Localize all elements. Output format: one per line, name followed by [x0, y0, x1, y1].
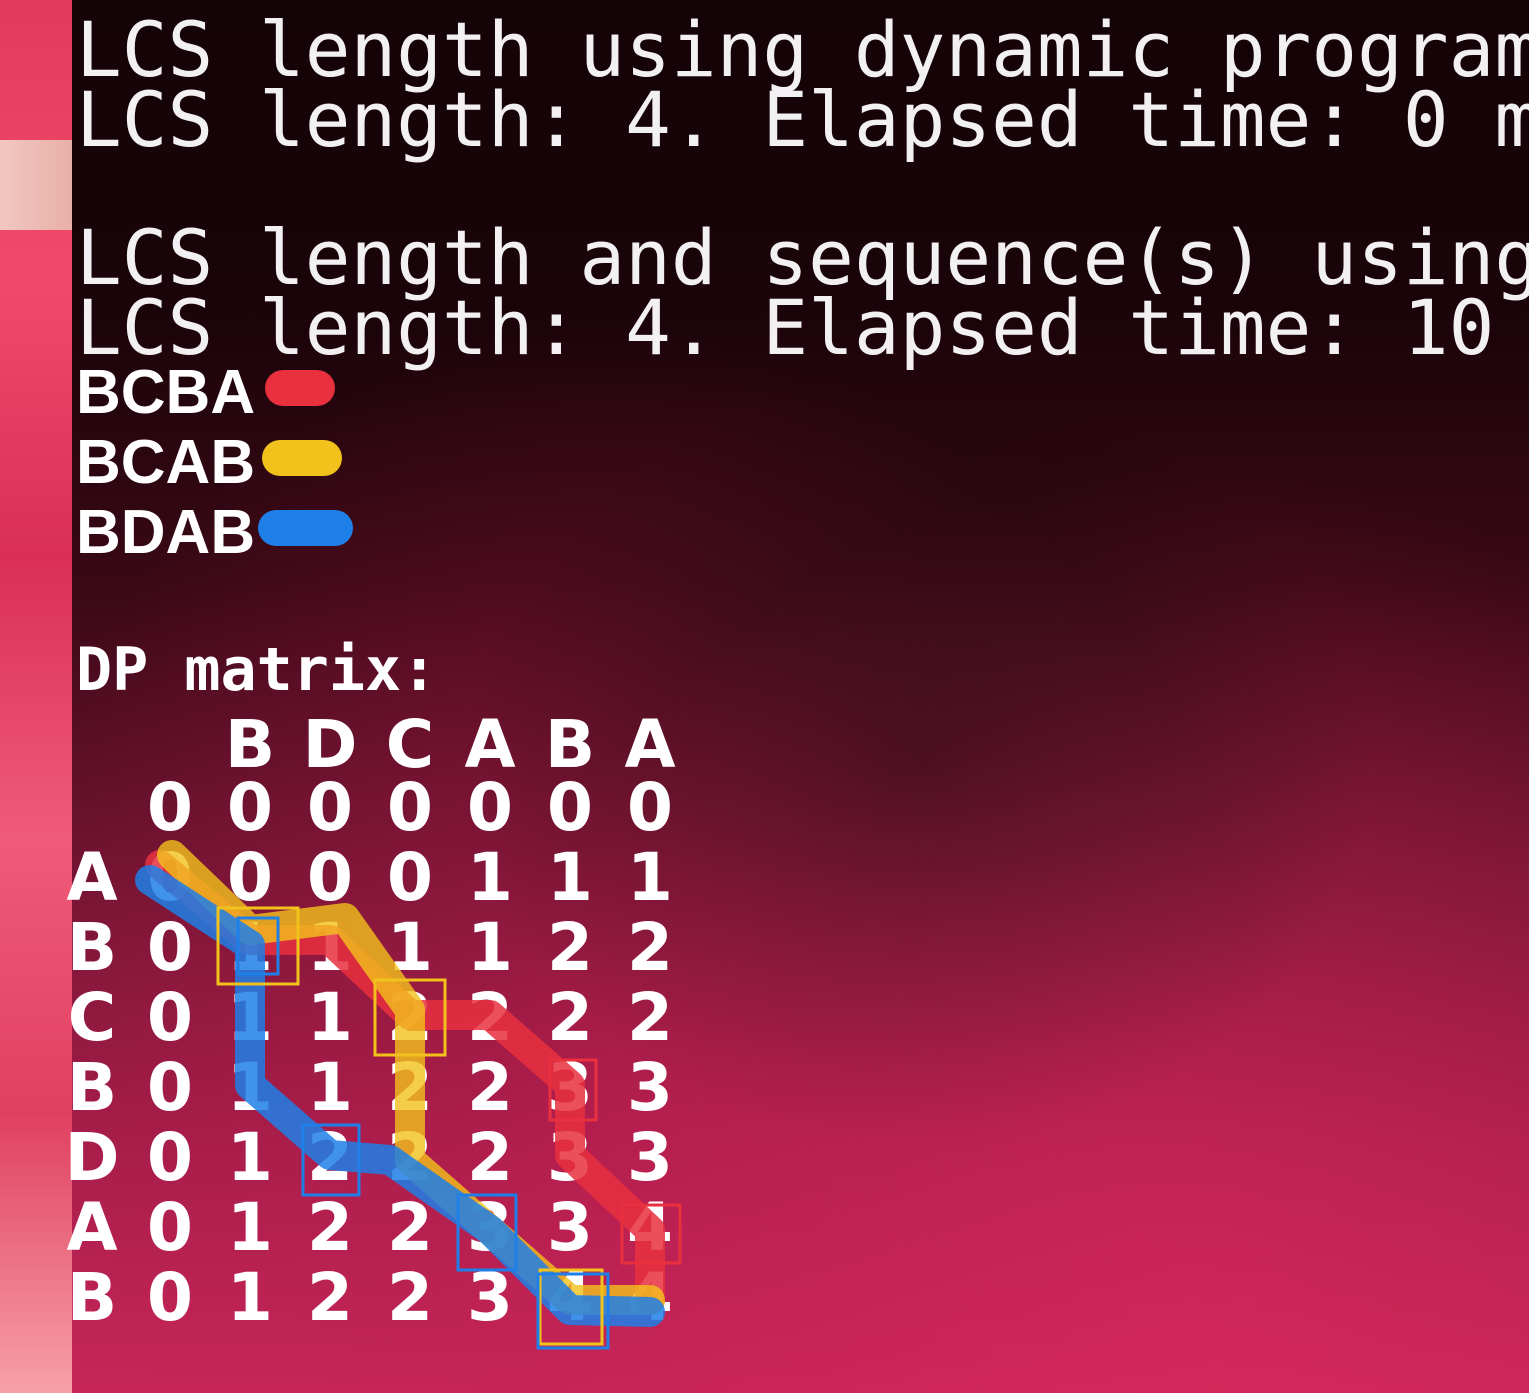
row-header: B — [66, 1259, 118, 1336]
matrix-cell: 2 — [467, 1049, 513, 1126]
matrix-cell: 1 — [227, 1259, 273, 1336]
matrix-cell: 2 — [627, 909, 673, 986]
matrix-cell: 4 — [547, 1259, 593, 1336]
matrix-cell: 1 — [227, 909, 273, 986]
matrix-cell: 0 — [387, 839, 433, 916]
matrix-cell: 1 — [467, 909, 513, 986]
matrix-cell: 2 — [387, 1259, 433, 1336]
matrix-cell: 2 — [387, 1119, 433, 1196]
sequence-label-2: BCAB — [76, 428, 256, 497]
matrix-cell: 0 — [147, 909, 193, 986]
matrix-cell: 3 — [467, 1189, 513, 1266]
desktop-edge-highlight — [0, 140, 72, 230]
matrix-label: DP matrix: — [76, 635, 438, 705]
matrix-cell: 0 — [307, 839, 353, 916]
matrix-cell: 1 — [387, 909, 433, 986]
matrix-cell: 0 — [147, 1119, 193, 1196]
matrix-cell: 3 — [547, 1189, 593, 1266]
row-header: B — [66, 1049, 118, 1126]
matrix-cell: 4 — [627, 1259, 673, 1336]
sequence-swatch-1 — [265, 370, 335, 406]
matrix-cell: 2 — [307, 1119, 353, 1196]
matrix-cell: 2 — [547, 909, 593, 986]
matrix-cell: 3 — [627, 1049, 673, 1126]
matrix-cell: 2 — [547, 979, 593, 1056]
matrix-cell: 2 — [307, 1259, 353, 1336]
sequence-label-3: BDAB — [76, 498, 256, 567]
terminal-screen: LCS length using dynamic programming LCS… — [0, 0, 1529, 1393]
sequence-swatch-3 — [258, 510, 353, 546]
matrix-cell: 2 — [387, 1189, 433, 1266]
matrix-cell: 2 — [387, 979, 433, 1056]
matrix-cell: 2 — [307, 1189, 353, 1266]
row-header: B — [66, 909, 118, 986]
matrix-cell: 1 — [227, 1049, 273, 1126]
matrix-cell: 0 — [147, 1259, 193, 1336]
matrix-cell: 0 — [147, 769, 193, 846]
matrix-cell: 1 — [467, 839, 513, 916]
row-header: C — [67, 979, 117, 1056]
console-line-4: LCS length: 4. Elapsed time: 10 ms. S — [76, 283, 1495, 372]
matrix-cell: 1 — [227, 1189, 273, 1266]
matrix-cell: 0 — [147, 839, 193, 916]
matrix-cell: 1 — [227, 979, 273, 1056]
matrix-cell: 3 — [547, 1119, 593, 1196]
console-line-2: LCS length: 4. Elapsed time: 0 ms — [76, 75, 1529, 164]
matrix-cell: 1 — [227, 1119, 273, 1196]
matrix-cell: 0 — [547, 769, 593, 846]
matrix-cell: 1 — [627, 839, 673, 916]
matrix-cell: 0 — [227, 839, 273, 916]
row-header: D — [64, 1119, 120, 1196]
matrix-cell: 1 — [307, 909, 353, 986]
matrix-cell: 0 — [147, 1049, 193, 1126]
matrix-cell: 4 — [627, 1189, 673, 1266]
matrix-cell: 2 — [627, 979, 673, 1056]
matrix-cell: 1 — [307, 979, 353, 1056]
sequence-label-1: BCBA — [76, 358, 256, 427]
matrix-cell: 1 — [547, 839, 593, 916]
matrix-cell: 2 — [387, 1049, 433, 1126]
matrix-cell: 0 — [467, 769, 513, 846]
matrix-cell: 3 — [627, 1119, 673, 1196]
row-header: A — [66, 839, 118, 916]
matrix-cell: 3 — [467, 1259, 513, 1336]
matrix-cell: 0 — [147, 979, 193, 1056]
matrix-cell: 0 — [387, 769, 433, 846]
matrix-cell: 0 — [147, 1189, 193, 1266]
sequence-swatch-2 — [262, 440, 342, 476]
matrix-cell: 0 — [307, 769, 353, 846]
matrix-cell: 0 — [627, 769, 673, 846]
matrix-cell: 1 — [307, 1049, 353, 1126]
matrix-cell: 2 — [467, 979, 513, 1056]
matrix-cell: 0 — [227, 769, 273, 846]
matrix-cell: 2 — [467, 1119, 513, 1196]
matrix-cell: 3 — [547, 1049, 593, 1126]
row-header: A — [66, 1189, 118, 1266]
